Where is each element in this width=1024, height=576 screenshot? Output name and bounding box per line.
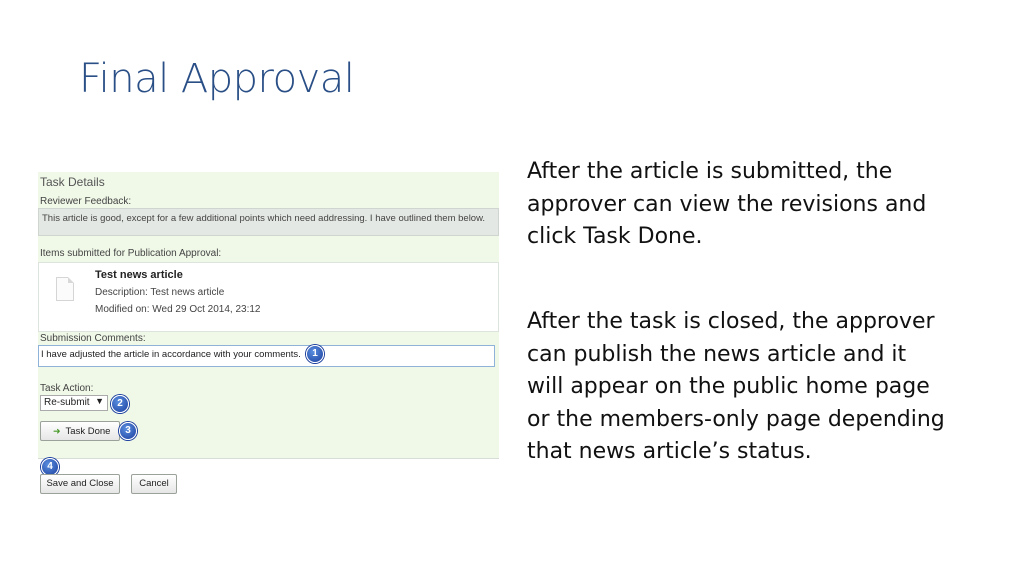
submission-comments-input[interactable]: I have adjusted the article in accordanc… bbox=[38, 345, 495, 367]
task-action-selected: Re-submit bbox=[44, 397, 90, 408]
callout-badge-3: 3 bbox=[119, 422, 137, 440]
submitted-item: Test news article Description: Test news… bbox=[38, 262, 499, 332]
explanation-paragraph-2: After the task is closed, the approver c… bbox=[527, 309, 945, 464]
slide-title: Final Approval bbox=[79, 56, 355, 102]
task-done-button[interactable]: ➜ Task Done bbox=[40, 421, 120, 441]
item-description: Description: Test news article bbox=[95, 287, 225, 298]
explanation-paragraph-1: After the article is submitted, the appr… bbox=[527, 159, 927, 249]
cancel-button[interactable]: Cancel bbox=[131, 474, 177, 494]
save-and-close-button[interactable]: Save and Close bbox=[40, 474, 120, 494]
form-divider bbox=[38, 458, 499, 459]
reviewer-feedback-text: This article is good, except for a few a… bbox=[42, 213, 486, 224]
item-title[interactable]: Test news article bbox=[95, 269, 183, 281]
submission-comments-label: Submission Comments: bbox=[40, 333, 146, 344]
item-modified: Modified on: Wed 29 Oct 2014, 23:12 bbox=[95, 304, 261, 315]
task-details-screenshot: Task Details Reviewer Feedback: This art… bbox=[38, 172, 499, 498]
document-icon bbox=[56, 277, 74, 301]
callout-badge-2: 2 bbox=[111, 395, 129, 413]
items-submitted-label: Items submitted for Publication Approval… bbox=[40, 248, 222, 259]
task-action-label: Task Action: bbox=[40, 383, 94, 394]
callout-badge-1: 1 bbox=[306, 345, 324, 363]
arrow-right-icon: ➜ bbox=[53, 426, 61, 436]
reviewer-feedback-box: This article is good, except for a few a… bbox=[38, 208, 499, 236]
submission-comments-value: I have adjusted the article in accordanc… bbox=[41, 349, 301, 360]
dropdown-arrow-icon: ▼ bbox=[95, 396, 104, 406]
section-title: Task Details bbox=[40, 175, 105, 189]
task-action-select[interactable]: Re-submit ▼ bbox=[40, 395, 108, 411]
reviewer-feedback-label: Reviewer Feedback: bbox=[40, 196, 132, 207]
task-done-label: Task Done bbox=[65, 426, 111, 437]
